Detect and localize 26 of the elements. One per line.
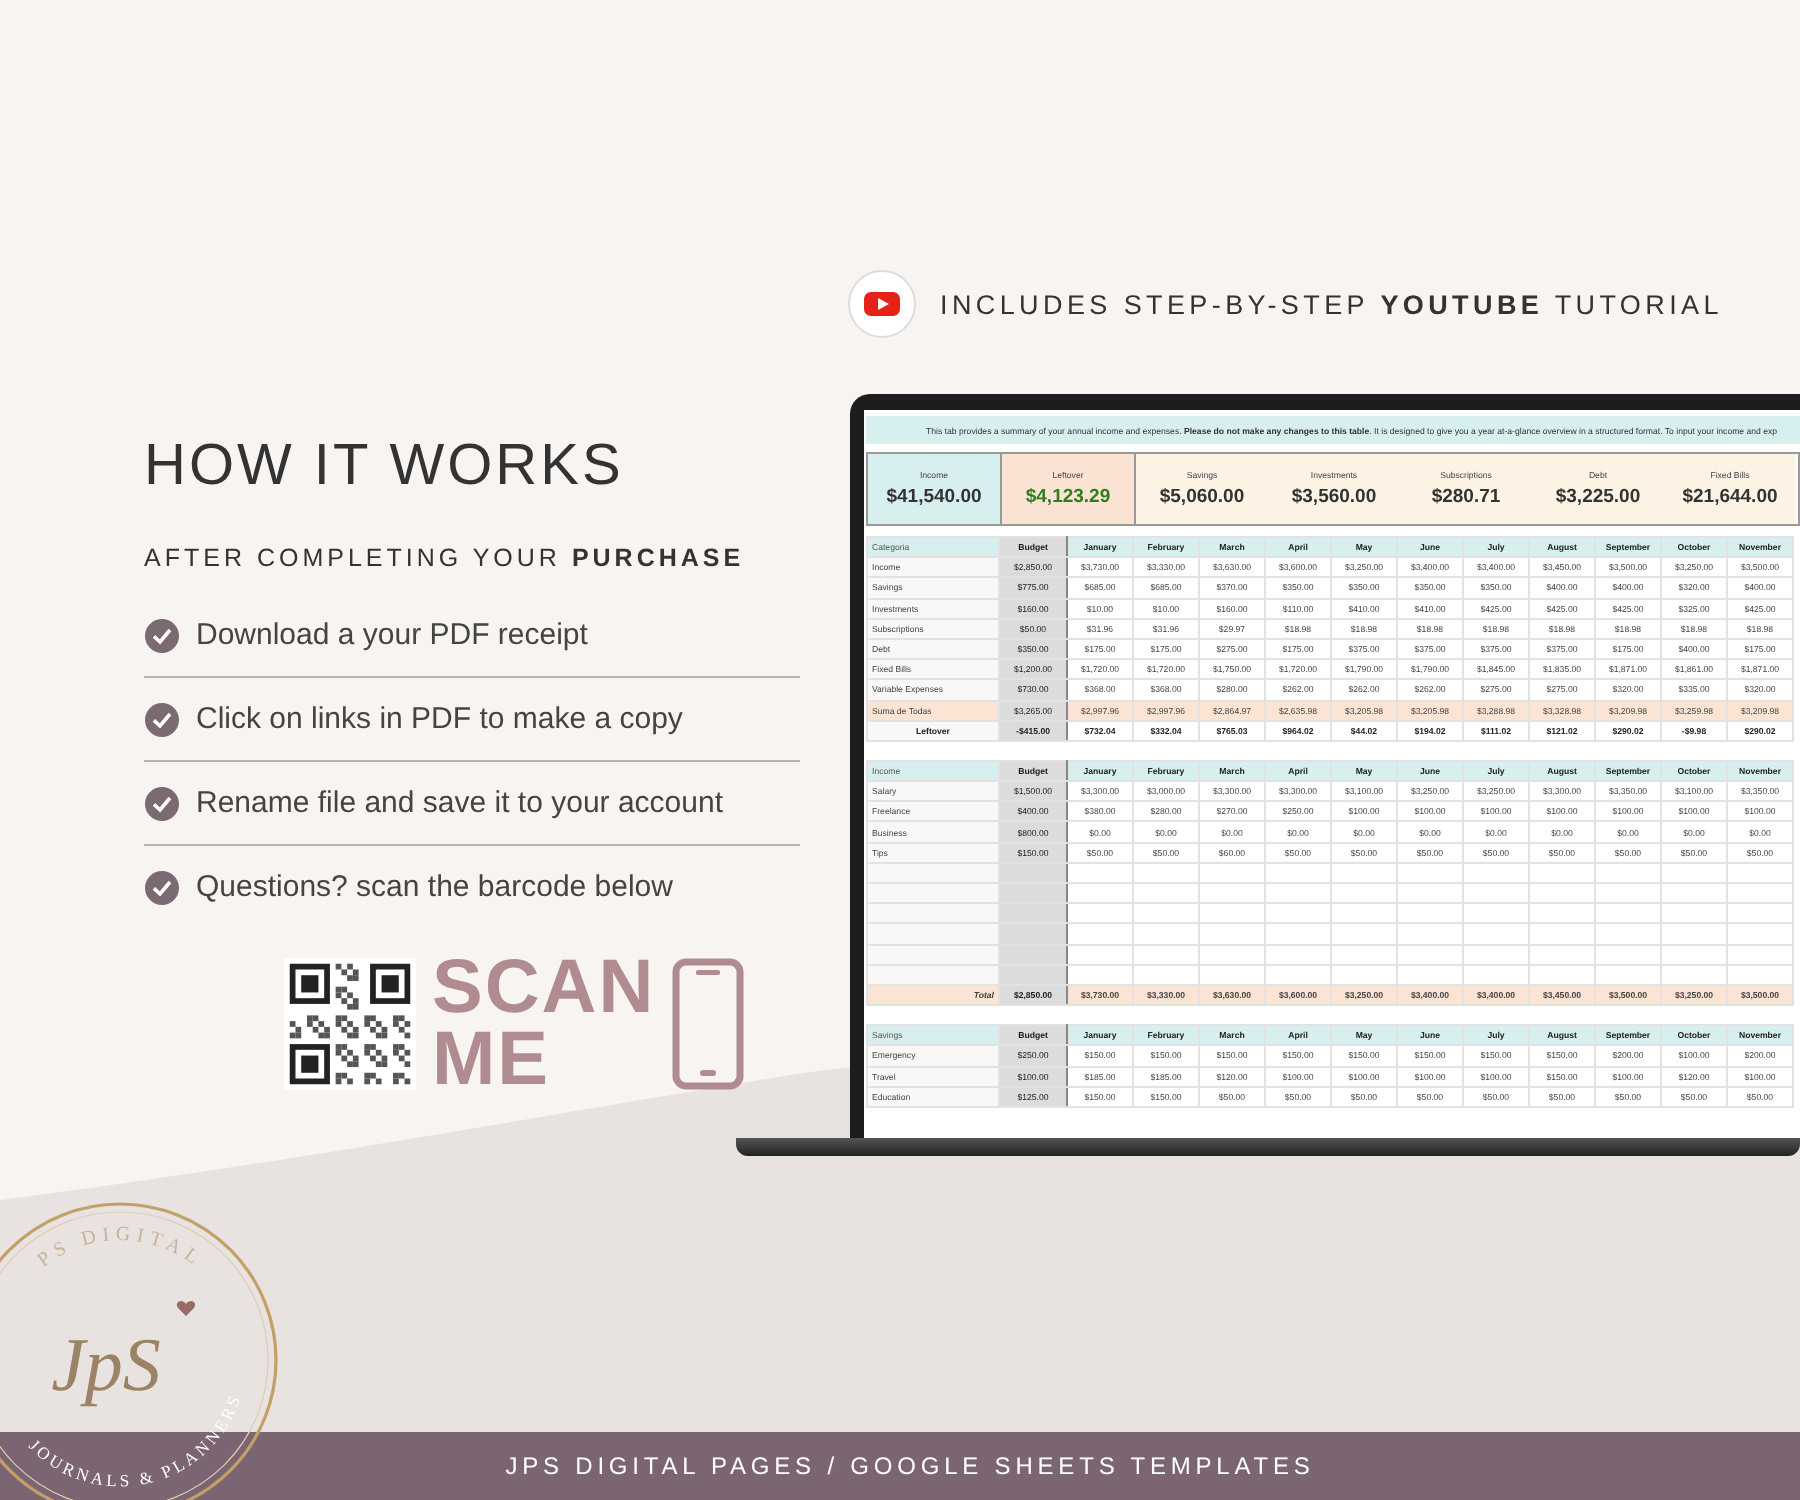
phone-icon xyxy=(671,958,744,1090)
page-heading: HOW IT WORKS xyxy=(144,434,626,500)
step-text: Click on links in PDF to make a copy xyxy=(196,702,683,736)
tutorial-note: INCLUDES STEP-BY-STEP YOUTUBE TUTORIAL xyxy=(940,289,1723,319)
check-icon xyxy=(144,785,180,821)
step-text: Download a your PDF receipt xyxy=(196,618,588,652)
scan-label: ME xyxy=(432,1024,552,1096)
card-value: $5,060.00 xyxy=(1159,486,1245,508)
card-value: $3,560.00 xyxy=(1291,486,1377,508)
card-value: $21,644.00 xyxy=(1682,486,1778,508)
card-value: $3,225.00 xyxy=(1555,486,1641,508)
play-icon xyxy=(848,270,916,338)
card-value: $41,540.00 xyxy=(886,486,982,508)
card-value: $280.71 xyxy=(1431,486,1501,508)
check-icon xyxy=(144,701,180,737)
check-icon xyxy=(144,869,180,905)
step-text: Questions? scan the barcode below xyxy=(196,870,673,904)
check-icon xyxy=(144,617,180,653)
qr-code-drawing xyxy=(284,958,416,1090)
heart-icon xyxy=(176,1301,196,1316)
logo-monogram: JpS xyxy=(51,1324,161,1408)
subtitle: AFTER COMPLETING YOUR PURCHASE xyxy=(144,544,747,572)
card-value: $4,123.29 xyxy=(1025,486,1111,508)
scan-label: SCAN xyxy=(432,952,656,1024)
footer-text: JPS DIGITAL PAGES / GOOGLE SHEETS TEMPLATES xyxy=(503,1452,1315,1480)
step-text: Rename file and save it to your account xyxy=(196,786,723,820)
